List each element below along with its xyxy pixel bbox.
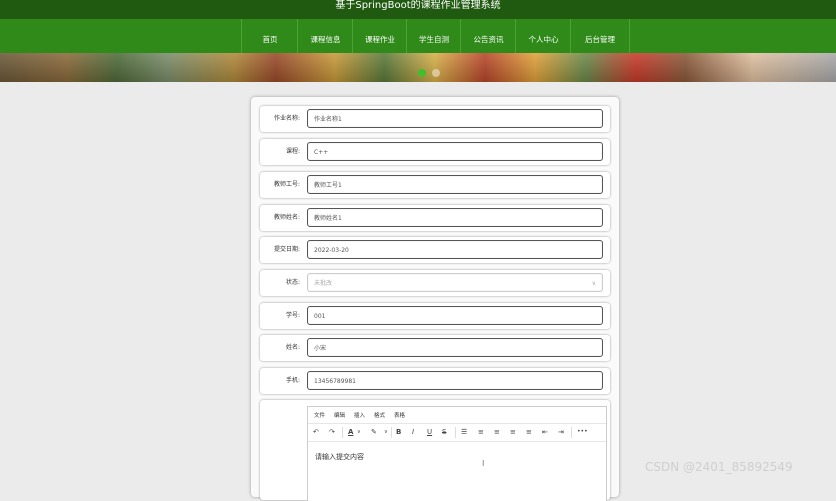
- form-row-submit-date: 提交日期: 2022-03-20: [260, 237, 610, 263]
- main-nav: 首页 课程信息 课程作业 学生自测 公告资讯 个人中心 后台管理: [0, 19, 836, 53]
- form-row-content: 文件 编辑 插入 格式 表格 ↶ ↷ A ∨ ✎ ∨ B I U S ☰ ≡ ≡…: [260, 400, 610, 501]
- phone-field[interactable]: 13456789981: [307, 371, 603, 390]
- status-select[interactable]: 未批改 ∨: [307, 273, 603, 292]
- field-label: 提交日期:: [273, 246, 300, 253]
- menu-format[interactable]: 格式: [374, 411, 385, 419]
- highlight-icon[interactable]: ✎: [371, 426, 377, 438]
- chevron-down-icon[interactable]: ∨: [357, 426, 361, 438]
- nav-item-admin[interactable]: 后台管理: [570, 19, 630, 53]
- toolbar-divider: [455, 427, 456, 438]
- form-row-teacher-name: 教师姓名: 教师姓名1: [260, 205, 610, 231]
- course-field[interactable]: C++: [307, 142, 603, 161]
- watermark: CSDN @2401_85892549: [645, 460, 793, 474]
- editor-toolbar: ↶ ↷ A ∨ ✎ ∨ B I U S ☰ ≡ ≡ ≡ ≡ ⇤ ⇥ •••: [308, 423, 606, 442]
- nav-label: 课程作业: [365, 35, 395, 44]
- menu-insert[interactable]: 插入: [354, 411, 365, 419]
- toolbar-divider: [342, 427, 343, 438]
- form-row-teacher-id: 教师工号: 教师工号1: [260, 172, 610, 198]
- underline-icon[interactable]: U: [427, 426, 432, 438]
- nav-item-announcements[interactable]: 公告资讯: [460, 19, 516, 53]
- font-color-icon[interactable]: A: [348, 426, 353, 438]
- field-label: 学号:: [285, 312, 300, 319]
- align-center-icon[interactable]: ≡: [494, 426, 500, 438]
- menu-edit[interactable]: 编辑: [334, 411, 345, 419]
- field-label: 手机:: [285, 377, 300, 384]
- italic-icon[interactable]: I: [412, 426, 414, 438]
- form-row-student-id: 学号: 001: [260, 303, 610, 329]
- chevron-down-icon: ∨: [591, 280, 596, 287]
- banner-carousel: [0, 53, 836, 82]
- nav-label: 后台管理: [585, 35, 615, 44]
- nav-item-home[interactable]: 首页: [241, 19, 298, 53]
- app-title-bar: 基于SpringBoot的课程作业管理系统: [0, 0, 836, 19]
- rich-text-editor: 文件 编辑 插入 格式 表格 ↶ ↷ A ∨ ✎ ∨ B I U S ☰ ≡ ≡…: [307, 406, 607, 501]
- teacher-id-field[interactable]: 教师工号1: [307, 175, 603, 194]
- nav-item-personal-center[interactable]: 个人中心: [515, 19, 571, 53]
- field-label: 教师工号:: [273, 181, 300, 188]
- nav-item-course-info[interactable]: 课程信息: [297, 19, 353, 53]
- field-label: 教师姓名:: [273, 214, 300, 221]
- redo-icon[interactable]: ↷: [329, 426, 335, 438]
- banner-image: [0, 53, 836, 82]
- nav-label: 首页: [262, 35, 278, 44]
- submit-date-field[interactable]: 2022-03-20: [307, 240, 603, 259]
- text-cursor-icon: I: [482, 459, 485, 468]
- indent-icon[interactable]: ⇥: [558, 426, 564, 438]
- outdent-icon[interactable]: ⇤: [542, 426, 548, 438]
- nav-label: 学生自测: [419, 35, 449, 44]
- status-select-value: 未批改: [314, 280, 333, 287]
- name-field[interactable]: 小宋: [307, 338, 603, 357]
- editor-menubar: 文件 编辑 插入 格式 表格: [308, 407, 606, 421]
- nav-label: 公告资讯: [473, 35, 504, 44]
- app-title: 基于SpringBoot的课程作业管理系统: [335, 0, 501, 11]
- form-row-course: 课程: C++: [260, 139, 610, 165]
- field-label: 姓名:: [285, 344, 300, 351]
- field-label: 状态:: [285, 279, 300, 286]
- toolbar-divider: [391, 427, 392, 438]
- field-label: 课程:: [285, 148, 300, 155]
- align-left-icon[interactable]: ≡: [478, 426, 484, 438]
- homework-form-card: 作业名称: 作业名称1 课程: C++ 教师工号: 教师工号1 教师姓名: 教师…: [251, 97, 619, 501]
- nav-item-course-homework[interactable]: 课程作业: [352, 19, 407, 53]
- strikethrough-icon[interactable]: S: [442, 426, 446, 438]
- nav-label: 个人中心: [528, 35, 559, 44]
- ordered-list-icon[interactable]: ☰: [461, 426, 467, 438]
- toolbar-divider: [571, 427, 572, 438]
- student-id-field[interactable]: 001: [307, 306, 603, 325]
- editor-content[interactable]: 请输入提交内容: [315, 452, 364, 462]
- bold-icon[interactable]: B: [396, 426, 401, 438]
- menu-file[interactable]: 文件: [314, 411, 325, 419]
- homework-name-field[interactable]: 作业名称1: [307, 109, 603, 128]
- field-label: 作业名称:: [273, 115, 300, 122]
- teacher-name-field[interactable]: 教师姓名1: [307, 208, 603, 227]
- form-row-phone: 手机: 13456789981: [260, 368, 610, 394]
- undo-icon[interactable]: ↶: [313, 426, 319, 438]
- align-justify-icon[interactable]: ≡: [526, 426, 532, 438]
- nav-label: 课程信息: [310, 35, 341, 44]
- form-row-name: 姓名: 小宋: [260, 335, 610, 361]
- nav-item-self-test[interactable]: 学生自测: [406, 19, 461, 53]
- form-row-status: 状态: 未批改 ∨: [260, 270, 610, 296]
- carousel-dot-active[interactable]: [418, 69, 426, 77]
- menu-table[interactable]: 表格: [394, 411, 405, 419]
- align-right-icon[interactable]: ≡: [510, 426, 516, 438]
- form-row-homework-name: 作业名称: 作业名称1: [260, 106, 610, 132]
- carousel-dot[interactable]: [432, 69, 440, 77]
- chevron-down-icon[interactable]: ∨: [384, 426, 388, 438]
- more-icon[interactable]: •••: [577, 426, 588, 438]
